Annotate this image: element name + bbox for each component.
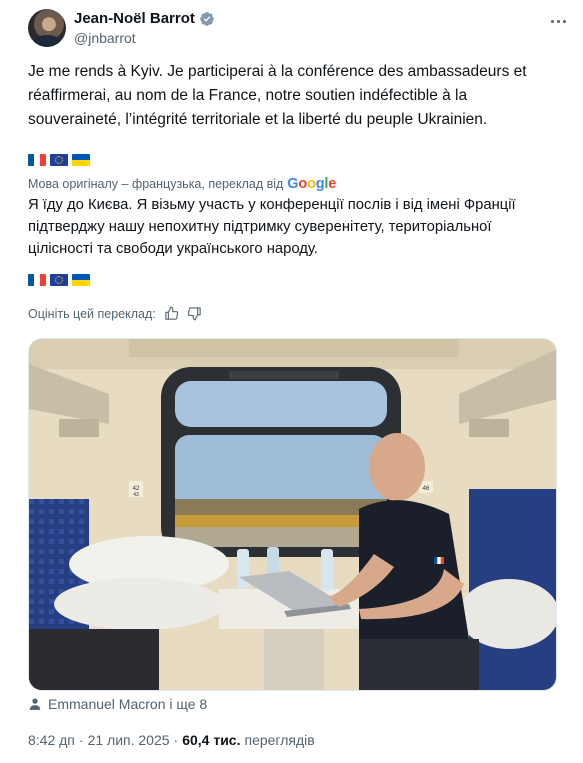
flag-france-icon [28, 274, 46, 286]
rate-translation: Оцініть цей переклад: [28, 306, 202, 321]
more-options-icon[interactable] [548, 13, 568, 29]
views-count: 60,4 тис. [182, 732, 241, 748]
meta-separator: · [173, 732, 179, 748]
person-icon [29, 698, 41, 710]
emoji-flags-translated [28, 274, 90, 286]
tweet-time[interactable]: 8:42 дп [28, 732, 75, 748]
translation-note: Мова оригіналу – французька, переклад ві… [28, 176, 336, 192]
tagged-users-label: Emmanuel Macron і ще 8 [48, 696, 208, 712]
seat-number-right: 46 [423, 486, 430, 492]
author-handle[interactable]: @jnbarrot [74, 30, 136, 46]
tweet-date[interactable]: 21 лип. 2025 [88, 732, 170, 748]
tweet-meta: 8:42 дп · 21 лип. 2025 · 60,4 тис. перег… [28, 732, 315, 748]
author-name-row: Jean-Noël Barrot [74, 10, 215, 27]
author-name[interactable]: Jean-Noël Barrot [74, 10, 195, 27]
seat-number-left-sub: 43 [133, 492, 139, 498]
views-label: переглядів [244, 732, 315, 748]
tagged-users[interactable]: Emmanuel Macron і ще 8 [28, 696, 207, 712]
meta-separator: · [78, 732, 84, 748]
emoji-flags [28, 154, 90, 166]
tweet-header: Jean-Noël Barrot @jnbarrot [28, 9, 568, 49]
thumbs-down-icon[interactable] [187, 306, 202, 321]
google-logo: Google [287, 176, 337, 192]
tweet-translated-text: Я їду до Києва. Я візьму участь у конфер… [28, 197, 516, 257]
tweet-original-text: Je me rends à Kyiv. Je participerai à la… [28, 63, 527, 128]
tweet-photo[interactable]: 42 43 46 [28, 338, 557, 691]
thumbs-up-icon[interactable] [164, 306, 179, 321]
tweet: Jean-Noël Barrot @jnbarrot Je me rends à… [0, 0, 583, 763]
flag-eu-icon [50, 154, 68, 166]
avatar[interactable] [28, 9, 66, 47]
flag-eu-icon [50, 274, 68, 286]
rate-translation-label: Оцініть цей переклад: [28, 306, 156, 321]
flag-ukraine-icon [72, 154, 90, 166]
translation-note-text: Мова оригіналу – французька, переклад ві… [28, 177, 284, 191]
flag-ukraine-icon [72, 274, 90, 286]
flag-france-icon [28, 154, 46, 166]
verified-badge-icon [199, 11, 215, 27]
